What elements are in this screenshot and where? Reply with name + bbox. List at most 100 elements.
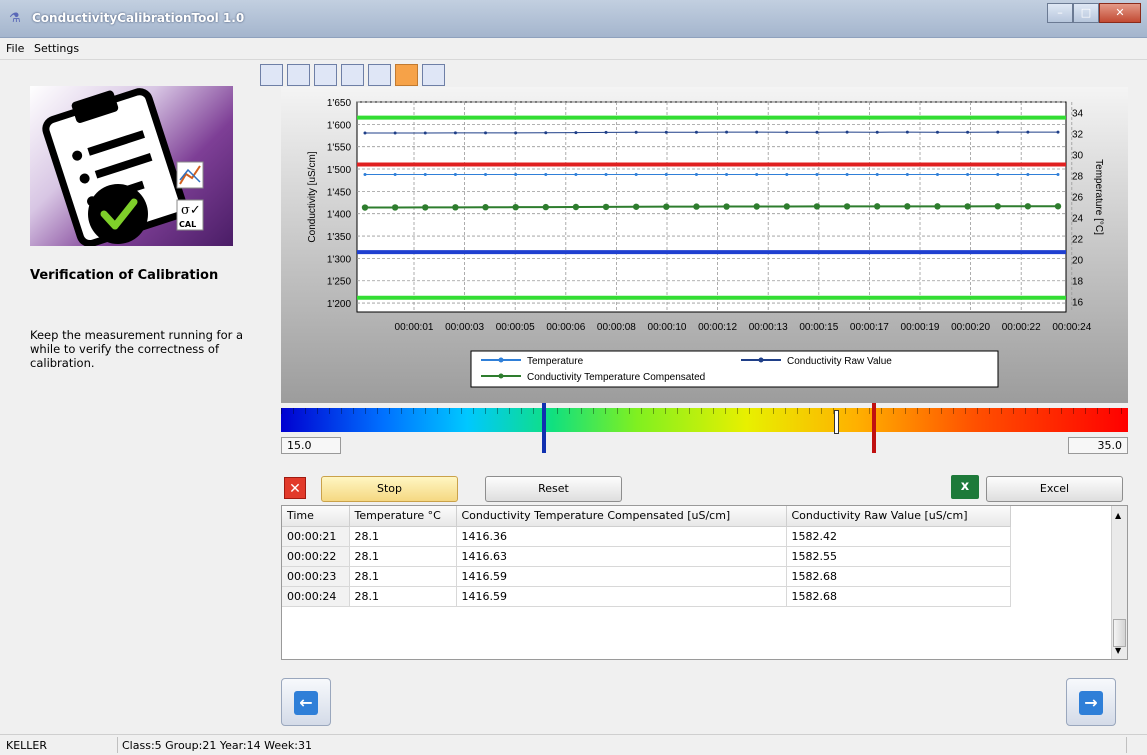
y-tick-label-left: 1'550	[327, 143, 352, 154]
y-tick-label-right: 18	[1072, 277, 1084, 288]
menu-file[interactable]: File	[6, 42, 24, 55]
data-point	[632, 203, 640, 210]
data-point	[813, 203, 821, 210]
step-tab-4[interactable]	[341, 64, 364, 86]
data-point	[905, 172, 909, 176]
app-icon: ⚗	[9, 11, 21, 26]
data-point	[996, 130, 1000, 134]
y-tick-label-right: 22	[1072, 235, 1084, 246]
legend-marker	[498, 373, 504, 379]
data-point	[845, 130, 849, 134]
step-tab-6[interactable]	[395, 64, 418, 86]
table-scrollbar[interactable]: ▲ ▼	[1111, 506, 1127, 659]
arrow-right-icon: →	[1079, 691, 1103, 715]
data-point	[363, 131, 367, 135]
reset-button[interactable]: Reset	[485, 476, 622, 502]
data-point	[544, 131, 548, 135]
data-point	[693, 203, 700, 210]
step-tab-3[interactable]	[314, 64, 337, 86]
table-cell: 00:00:24	[282, 586, 350, 607]
data-point	[664, 130, 668, 134]
data-point	[393, 172, 397, 176]
x-tick-label: 00:00:19	[901, 322, 940, 333]
data-point	[935, 130, 939, 134]
y-tick-label-left: 1'350	[327, 232, 352, 243]
column-header-temperature[interactable]: Temperature °C	[349, 506, 457, 527]
controls-area: ✕ Stop Reset x Excel Time Temperature °C…	[281, 465, 1128, 662]
data-point	[783, 203, 791, 210]
excel-button[interactable]: Excel	[986, 476, 1123, 502]
table-row[interactable]: 00:00:21 28.1 1416.36 1582.42	[282, 526, 1011, 547]
table-cell: 1416.63	[456, 546, 787, 567]
step-tab-1[interactable]	[260, 64, 283, 86]
data-point	[604, 172, 608, 176]
legend-entry: Conductivity Raw Value	[787, 356, 892, 367]
data-point	[1024, 203, 1032, 210]
data-point	[934, 203, 941, 210]
measurement-chart: 1'650 1'600 1'550 1'500 1'450 1'400 1'350 1'300…	[281, 87, 1128, 403]
scroll-down-icon[interactable]: ▼	[1115, 646, 1121, 655]
range-max-field[interactable]: 35.0	[1068, 437, 1128, 454]
x-tick-label: 00:00:05	[496, 322, 535, 333]
menu-settings[interactable]: Settings	[34, 42, 79, 55]
next-button[interactable]: →	[1066, 678, 1116, 726]
scroll-up-icon[interactable]: ▲	[1115, 511, 1121, 520]
arrow-left-icon: ←	[294, 691, 318, 715]
y-tick-label-left: 1'450	[327, 187, 352, 198]
data-point	[453, 131, 457, 135]
close-icon[interactable]: ✕	[284, 477, 306, 499]
step-tab-5[interactable]	[368, 64, 391, 86]
data-point	[572, 203, 580, 211]
data-point	[574, 131, 578, 135]
table-header-row: Time Temperature °C Conductivity Tempera…	[282, 506, 1011, 527]
data-point	[663, 203, 670, 210]
cal-icon: CAL	[179, 220, 196, 229]
x-tick-label: 00:00:22	[1002, 322, 1041, 333]
legend-entry: Temperature	[527, 356, 584, 367]
data-point	[996, 172, 1000, 176]
data-point	[391, 204, 399, 211]
table-row[interactable]: 00:00:24 28.1 1416.59 1582.68	[282, 586, 1011, 607]
column-header-raw[interactable]: Conductivity Raw Value [uS/cm]	[786, 506, 1011, 527]
data-point	[755, 172, 759, 176]
maximize-icon[interactable]: □	[1073, 3, 1099, 23]
scroll-thumb[interactable]	[1113, 619, 1126, 647]
data-point	[604, 130, 608, 134]
lower-limit-marker[interactable]	[541, 403, 546, 453]
data-point	[1056, 172, 1060, 176]
minimize-icon[interactable]: –	[1047, 3, 1073, 23]
data-point	[815, 172, 819, 176]
menu-bar: File Settings	[0, 38, 1147, 60]
data-point	[935, 172, 939, 176]
y-axis-label-right: Temperature [°C]	[1093, 159, 1104, 235]
data-point	[1026, 130, 1030, 134]
column-header-compensated[interactable]: Conductivity Temperature Compensated [uS…	[456, 506, 787, 527]
stop-button[interactable]: Stop	[321, 476, 458, 502]
table-row[interactable]: 00:00:22 28.1 1416.63 1582.55	[282, 546, 1011, 567]
upper-limit-marker[interactable]	[871, 403, 876, 453]
table-cell: 28.1	[349, 586, 457, 607]
data-point	[815, 130, 819, 134]
range-min-field[interactable]: 15.0	[281, 437, 341, 454]
step-tab-2[interactable]	[287, 64, 310, 86]
step-heading: Verification of Calibration	[30, 268, 219, 283]
column-header-time[interactable]: Time	[282, 506, 350, 527]
table-row[interactable]: 00:00:23 28.1 1416.59 1582.68	[282, 566, 1011, 587]
calibration-illustration: σ✓ CAL	[30, 86, 233, 246]
table-cell: 1582.68	[786, 586, 1011, 607]
step-indicator	[260, 64, 449, 86]
data-point	[904, 203, 911, 210]
data-point	[966, 130, 970, 134]
table-cell: 28.1	[349, 526, 457, 547]
x-tick-label: 00:00:12	[698, 322, 737, 333]
clipboard-icon: σ✓ CAL	[42, 88, 204, 246]
step-tab-7[interactable]	[422, 64, 445, 86]
status-company: KELLER	[6, 739, 48, 752]
y-tick-label-right: 16	[1072, 298, 1084, 309]
data-point	[725, 130, 729, 134]
x-tick-label: 00:00:15	[799, 322, 838, 333]
data-point	[363, 172, 367, 176]
y-tick-label-left: 1'500	[327, 165, 352, 176]
back-button[interactable]: ←	[281, 678, 331, 726]
close-icon[interactable]: ✕	[1099, 3, 1141, 23]
